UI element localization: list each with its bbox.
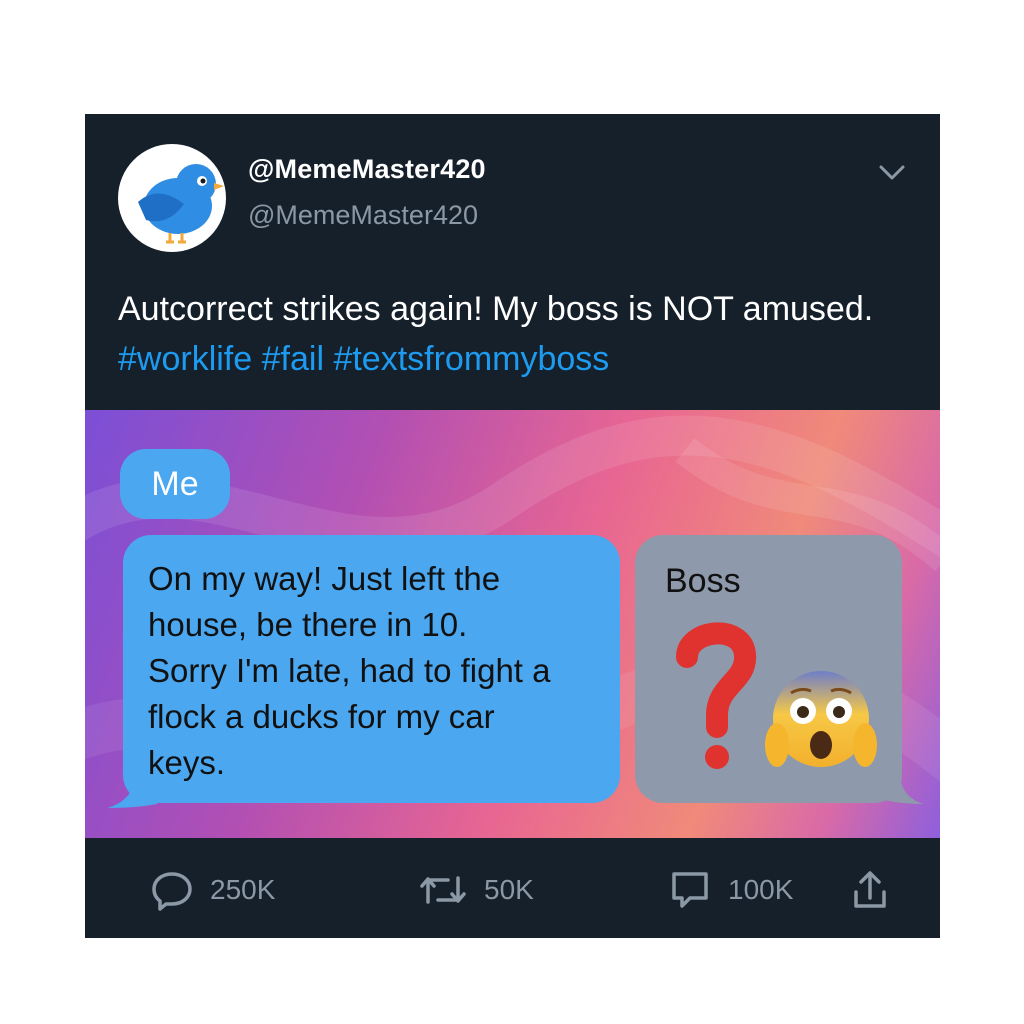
me-message-line: On my way! Just left the [148,560,501,597]
boss-bubble-tail [883,782,923,804]
retweet-icon [420,876,466,904]
avatar[interactable] [118,144,226,252]
tweet-body-text: Autcorrect strikes again! My boss is NOT… [118,290,874,328]
quote-count: 100K [728,874,794,905]
me-message-line: flock a ducks for my car [148,698,495,735]
tweet-text: Autcorrect strikes again! My boss is NOT… [118,284,908,384]
chevron-down-icon [879,165,905,180]
hashtag-worklife[interactable]: #worklife [118,340,252,378]
quote-button[interactable]: 100K [668,868,793,912]
hashtag-fail[interactable]: #fail [262,340,324,378]
me-label-bubble: Me [120,449,230,519]
user-handle[interactable]: @MemeMaster420 [248,200,478,231]
share-icon [854,871,886,908]
bluebird-avatar-icon [138,164,224,244]
tweet-card[interactable]: @MemeMaster420 @MemeMaster420 Autcorrect… [85,114,940,938]
me-message-text: On my way! Just left the house, be there… [148,556,628,792]
me-message-line: Sorry I'm late, had to fight a [148,652,551,689]
red-question-mark-icon [676,622,756,769]
display-name[interactable]: @MemeMaster420 [248,154,486,185]
reply-count: 250K [210,874,276,905]
me-label: Me [151,464,199,503]
tweet-action-bar: 250K 50K 100K [85,838,940,938]
boss-label: Boss [665,562,741,600]
me-message-line: keys. [148,744,226,781]
retweet-button[interactable]: 50K [418,868,534,912]
face-screaming-in-fear-emoji [765,671,877,767]
share-button[interactable] [850,868,890,912]
retweet-count: 50K [484,874,534,905]
quote-bubble-icon [672,872,708,908]
reply-button[interactable]: 250K [150,868,275,912]
reply-icon [152,872,192,911]
tweet-media-image[interactable]: Me On my way! Just left the house, be th… [85,410,940,838]
hashtag-textsfrommyboss[interactable]: #textsfrommyboss [333,340,609,378]
me-message-line: house, be there in 10. [148,606,468,643]
tweet-menu-button[interactable] [875,159,909,185]
